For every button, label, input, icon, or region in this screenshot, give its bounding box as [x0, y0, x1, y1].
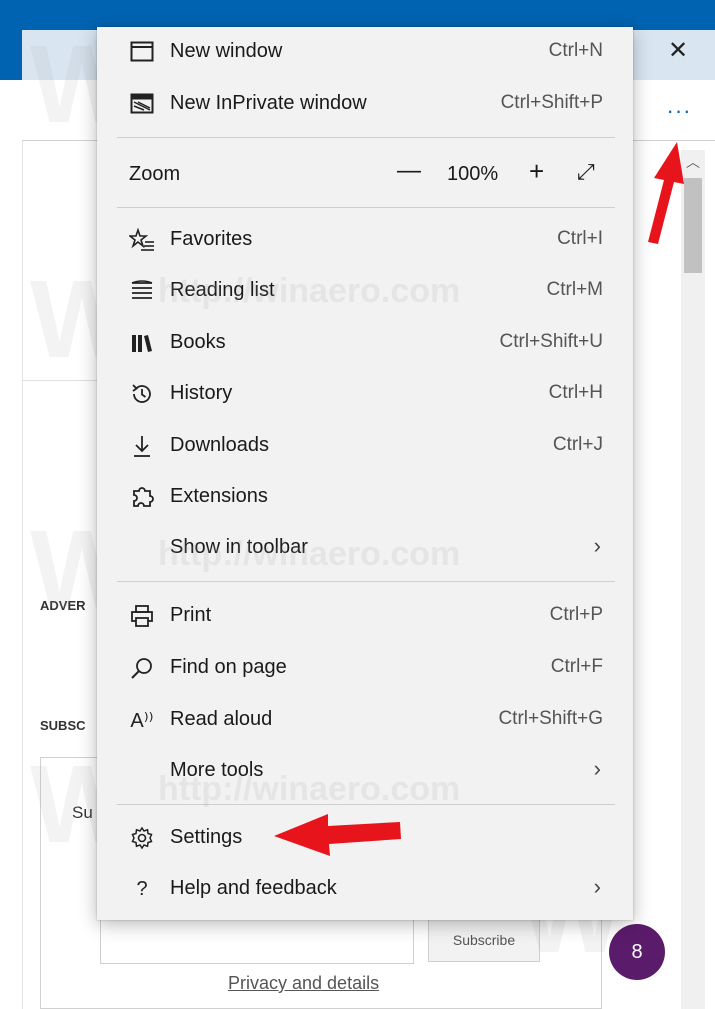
menu-item-label: Books	[170, 331, 226, 353]
settings-and-more-menu: New window Ctrl+N New InPrivate window C…	[97, 27, 633, 920]
menu-item-new-window[interactable]: New window Ctrl+N	[97, 29, 633, 75]
menu-item-books[interactable]: Books Ctrl+Shift+U	[97, 320, 633, 366]
close-window-button[interactable]: ✕	[663, 36, 693, 66]
search-icon	[129, 655, 155, 681]
reading-list-icon	[129, 278, 155, 304]
zoom-in-button[interactable]: +	[529, 156, 544, 187]
shortcut-label: Ctrl+Shift+G	[498, 708, 603, 729]
menu-item-label: Show in toolbar	[170, 536, 308, 558]
menu-item-show-in-toolbar[interactable]: Show in toolbar ›	[97, 525, 633, 571]
shortcut-label: Ctrl+Shift+U	[499, 331, 603, 352]
zoom-out-button[interactable]: —	[397, 157, 421, 185]
menu-item-label: New InPrivate window	[170, 92, 367, 114]
gear-icon	[129, 825, 155, 851]
download-icon	[129, 433, 155, 459]
subscribe-button[interactable]: Subscribe	[428, 918, 540, 962]
page-scrollbar[interactable]	[681, 150, 705, 1009]
shortcut-label: Ctrl+N	[548, 40, 603, 61]
menu-item-read-aloud[interactable]: A⁾⁾ Read aloud Ctrl+Shift+G	[97, 697, 633, 743]
menu-separator	[117, 804, 615, 805]
content-border	[22, 141, 23, 1009]
settings-and-more-button[interactable]: ···	[659, 100, 699, 130]
books-icon	[129, 330, 155, 356]
menu-item-label: History	[170, 382, 233, 404]
menu-item-reading-list[interactable]: Reading list Ctrl+M	[97, 268, 633, 314]
shortcut-label: Ctrl+I	[557, 228, 603, 249]
subscribe-text: Su	[72, 803, 93, 822]
menu-item-label: Print	[170, 604, 212, 626]
extensions-icon	[129, 484, 155, 510]
menu-item-favorites[interactable]: Favorites Ctrl+I	[97, 217, 633, 263]
zoom-label: Zoom	[129, 163, 181, 185]
chevron-right-icon: ›	[593, 874, 601, 899]
advertisement-heading: ADVER	[40, 598, 86, 613]
menu-item-label: Help and feedback	[170, 877, 337, 899]
menu-item-label: Favorites	[170, 228, 253, 250]
printer-icon	[129, 603, 155, 629]
menu-item-help-and-feedback[interactable]: ? Help and feedback ›	[97, 866, 633, 912]
menu-item-print[interactable]: Print Ctrl+P	[97, 593, 633, 639]
menu-item-find-on-page[interactable]: Find on page Ctrl+F	[97, 645, 633, 691]
menu-separator	[117, 581, 615, 582]
menu-item-label: More tools	[170, 759, 264, 781]
read-aloud-icon: A⁾⁾	[130, 709, 154, 732]
menu-separator	[117, 207, 615, 208]
zoom-level: 100%	[447, 163, 499, 185]
favorites-star-icon	[129, 227, 155, 253]
menu-item-label: New window	[170, 40, 283, 62]
arrow-to-settings-icon	[274, 814, 401, 856]
menu-item-label: Settings	[170, 826, 243, 848]
divider	[22, 380, 102, 381]
fullscreen-icon[interactable]: ⤢	[577, 159, 595, 185]
arrow-to-more-button-icon	[648, 142, 684, 244]
subscribe-heading: SUBSC	[40, 718, 86, 733]
menu-item-label: Reading list	[170, 279, 275, 301]
menu-item-downloads[interactable]: Downloads Ctrl+J	[97, 423, 633, 469]
shortcut-label: Ctrl+H	[548, 382, 603, 403]
menu-separator	[117, 137, 615, 138]
menu-item-label: Read aloud	[170, 708, 273, 730]
notification-badge[interactable]: 8	[609, 924, 665, 980]
zoom-row: Zoom — 100% + ⤢	[97, 149, 633, 199]
history-icon	[129, 381, 155, 407]
help-icon: ?	[136, 877, 148, 900]
window-icon	[129, 39, 155, 65]
menu-item-history[interactable]: History Ctrl+H	[97, 371, 633, 417]
shortcut-label: Ctrl+J	[552, 434, 603, 455]
menu-item-label: Find on page	[170, 656, 287, 678]
menu-item-more-tools[interactable]: More tools ›	[97, 748, 633, 794]
privacy-link[interactable]: Privacy and details	[228, 973, 379, 994]
shortcut-label: Ctrl+M	[546, 279, 603, 300]
shortcut-label: Ctrl+Shift+P	[500, 92, 603, 113]
menu-item-extensions[interactable]: Extensions	[97, 474, 633, 520]
shortcut-label: Ctrl+F	[550, 656, 603, 677]
inprivate-window-icon	[129, 91, 155, 117]
menu-item-label: Extensions	[170, 485, 268, 507]
shortcut-label: Ctrl+P	[549, 604, 603, 625]
menu-item-label: Downloads	[170, 434, 269, 456]
chevron-right-icon: ›	[593, 533, 601, 558]
menu-item-new-inprivate-window[interactable]: New InPrivate window Ctrl+Shift+P	[97, 81, 633, 127]
chevron-right-icon: ›	[593, 756, 601, 781]
email-input[interactable]	[100, 918, 414, 964]
